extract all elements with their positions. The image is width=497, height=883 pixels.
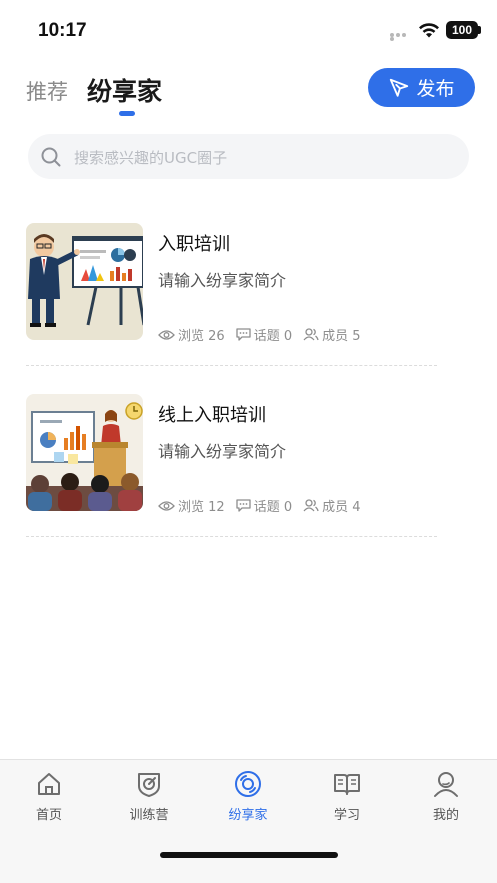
tabbar-item-mine[interactable]: 我的 [411,770,481,823]
eye-icon [158,329,175,340]
tabbar-item-study[interactable]: 学习 [312,770,382,823]
topics-count: 话题 0 [253,500,293,515]
active-tab-indicator [119,111,135,116]
battery-cap [478,26,481,34]
status-time: 10:17 [38,20,87,41]
tabbar-label: 首页 [35,808,62,823]
members-icon [303,328,319,341]
message-icon [236,499,251,512]
tabbar-item-training-camp[interactable]: 训练营 [114,770,184,823]
publish-button[interactable]: 发布 [368,68,475,107]
divider [26,536,437,537]
publish-label: 发布 [416,78,455,100]
members-stat: 成员 5 [303,325,361,344]
topics-stat: 话题 0 [236,496,292,515]
send-icon [390,78,409,97]
tabbar-label: 纷享家 [228,808,268,823]
disc-icon [235,771,261,797]
members-stat: 成员 4 [303,496,361,515]
circle-stats: 浏览 12 话题 0 成员 4 [158,496,372,515]
views-stat: 浏览 26 [158,325,225,344]
tab-share-home[interactable]: 纷享家 [87,72,162,108]
search-placeholder: 搜索感兴趣的UGC圈子 [74,149,228,167]
circle-description: 请输入纷享家简介 [158,442,287,461]
message-icon [236,328,251,341]
views-count: 浏览 26 [178,329,225,344]
status-bar: 10:17 100 [0,0,497,60]
book-icon [334,774,360,795]
topics-stat: 话题 0 [236,325,292,344]
home-icon [38,773,60,795]
tabbar-label: 我的 [432,808,459,823]
battery-icon: 100 [446,21,478,39]
circle-title: 入职培训 [158,234,230,255]
eye-icon [158,500,175,511]
tab-recommend[interactable]: 推荐 [26,76,68,106]
divider [26,365,437,366]
target-shield-icon [138,773,160,797]
tabbar-label: 学习 [333,808,360,823]
circle-stats: 浏览 26 话题 0 成员 5 [158,325,372,344]
circle-title: 线上入职培训 [158,405,266,426]
wifi-icon [419,23,439,38]
presenter-with-chart-illustration [26,223,143,340]
views-stat: 浏览 12 [158,496,225,515]
tabbar-item-home[interactable]: 首页 [14,770,84,823]
circle-description: 请输入纷享家简介 [158,271,287,290]
home-indicator [160,852,338,858]
tabbar-item-share-home[interactable]: 纷享家 [213,770,283,823]
circle-card[interactable]: 入职培训 请输入纷享家简介 浏览 26 话题 0 成员 5 [26,223,437,394]
bottom-tab-bar: 首页 训练营 纷享家 学习 我的 [0,759,497,883]
lecture-audience-illustration [26,394,143,511]
topics-count: 话题 0 [253,329,293,344]
circle-card[interactable]: 线上入职培训 请输入纷享家简介 浏览 12 话题 0 成员 4 [26,394,437,565]
tabbar-label: 训练营 [129,808,169,823]
members-icon [303,499,319,512]
signal-icon [390,33,412,41]
search-input[interactable]: 搜索感兴趣的UGC圈子 [28,134,469,179]
members-count: 成员 5 [322,329,361,344]
members-count: 成员 4 [322,500,361,515]
views-count: 浏览 12 [178,500,225,515]
user-icon [434,772,458,797]
search-icon [41,147,61,167]
